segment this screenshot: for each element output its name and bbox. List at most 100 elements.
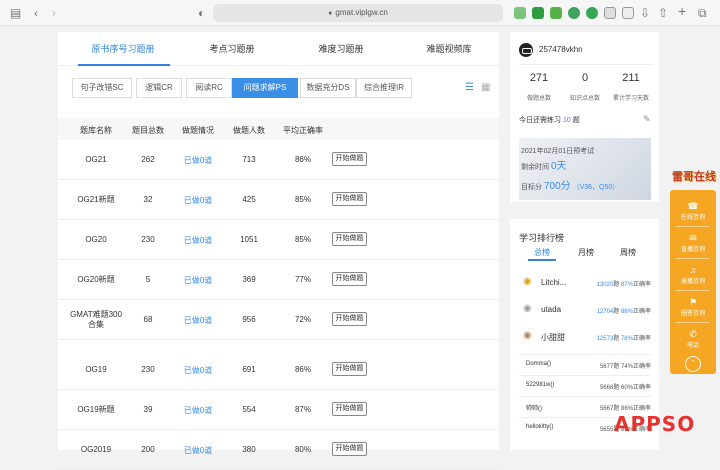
rank-stat: 5667题 86%正确率	[599, 406, 651, 412]
start-practice-button[interactable]: 开始做题	[332, 152, 367, 166]
start-practice-button[interactable]: 开始做题	[332, 362, 367, 376]
edit-icon[interactable]: ✎	[643, 114, 651, 125]
phone-icon: ✆	[689, 329, 697, 339]
bank-status: 已做0道	[183, 196, 213, 205]
bank-people: 956	[242, 315, 256, 324]
start-practice-button[interactable]: 开始做题	[332, 232, 367, 246]
table-row: OG19新题 39 已做0道 554 87% 开始做题	[58, 390, 499, 430]
col-rate: 平均正确率	[283, 126, 323, 135]
table-row: GMAT难题300 合集 68 已做0道 956 72% 开始做题	[58, 300, 499, 340]
today-count: 10	[562, 117, 571, 124]
extension-icon[interactable]	[532, 7, 544, 19]
rank-stat: 12704题 88%正确率	[596, 309, 651, 315]
grid-view-icon[interactable]: ▦	[481, 82, 490, 93]
share-icon[interactable]: ⇧	[658, 5, 668, 21]
subtab-ds[interactable]: 数据充分DS	[300, 78, 356, 98]
tab-ranking-month[interactable]: 月榜	[566, 247, 606, 258]
extension-icon[interactable]	[586, 7, 598, 19]
recorded-consult-button[interactable]: ♫ 录播咨询	[670, 262, 716, 288]
main-tabs: 原书序号习题册 考点习题册 难度习题册 难题视频库	[58, 32, 499, 66]
chat-icon: ✉	[689, 233, 697, 243]
ranking-tab-underline	[528, 259, 556, 261]
qa-consult-button[interactable]: ⚑ 圈答咨询	[670, 294, 716, 320]
profile-card: 257478vkhn 271 做题总数 0 知识点总数 211 累计学习天数 今…	[510, 32, 659, 202]
phone-button[interactable]: ✆ 电话	[670, 326, 716, 352]
subtab-rc[interactable]: 阅读RC	[186, 78, 232, 98]
divider	[676, 322, 710, 323]
tab-difficulty[interactable]: 难度习题册	[291, 42, 391, 55]
extension-icon[interactable]	[550, 7, 562, 19]
rank-name: Litchi...	[541, 278, 567, 287]
bank-name: OG2019	[80, 445, 112, 454]
bank-total: 230	[141, 365, 155, 374]
target-prefix: 目标分	[521, 184, 542, 191]
rank-stat: 12573题 78%正确率	[596, 336, 651, 342]
top-rank-row: ◉ 小甜甜 12573题 78%正确率	[519, 328, 651, 348]
rank-name: hellokitty()	[526, 424, 554, 430]
tab-overview-icon[interactable]: ⧉	[698, 5, 707, 21]
list-view-icon[interactable]: ☰	[465, 82, 474, 93]
start-practice-button[interactable]: 开始做题	[332, 192, 367, 206]
bank-rate: 86%	[294, 365, 311, 374]
divider	[676, 290, 710, 291]
consult-float-bar: ☎ 在线咨询 ✉ 直播咨询 ♫ 录播咨询 ⚑ 圈答咨询 ✆ 电话 ⌃	[670, 190, 716, 374]
tab-original-order[interactable]: 原书序号习题册	[73, 42, 173, 55]
rank-name: 小甜甜	[541, 333, 565, 342]
privacy-shield-icon[interactable]: ◐	[198, 5, 205, 21]
subtab-cr[interactable]: 逻辑CR	[136, 78, 182, 98]
target-value: 700分	[543, 181, 571, 192]
extension-icon[interactable]	[568, 7, 580, 19]
divider	[519, 64, 653, 65]
bank-total: 39	[143, 405, 153, 414]
bank-name: OG21新题	[77, 195, 115, 204]
extension-icon[interactable]	[622, 7, 634, 19]
rank-name: Domma()	[526, 361, 551, 367]
avatar[interactable]	[519, 43, 533, 57]
stat-study-days-label: 累计学习天数	[612, 96, 649, 102]
scroll-top-icon[interactable]: ⌃	[685, 356, 701, 372]
rank-name: 522981w()	[526, 382, 555, 388]
top-rank-row: ◉ utada 12704题 88%正确率	[519, 301, 651, 321]
start-practice-button[interactable]: 开始做题	[332, 402, 367, 416]
start-practice-button[interactable]: 开始做题	[332, 272, 367, 286]
bank-rate: 85%	[294, 235, 311, 244]
new-tab-icon[interactable]: +	[678, 3, 686, 19]
extension-icon[interactable]	[604, 7, 616, 19]
divider	[676, 258, 710, 259]
back-icon[interactable]: ‹	[34, 5, 38, 21]
bank-rate: 86%	[294, 155, 311, 164]
mascot-logo[interactable]: 雷哥在线	[672, 168, 716, 184]
start-practice-button[interactable]: 开始做题	[332, 442, 367, 456]
tab-ranking-week[interactable]: 周榜	[608, 247, 648, 258]
rank-stat: 13020题 87%正确率	[596, 282, 651, 288]
online-consult-button[interactable]: ☎ 在线咨询	[670, 198, 716, 224]
live-consult-button[interactable]: ✉ 直播咨询	[670, 230, 716, 256]
bank-total: 262	[141, 155, 155, 164]
subtab-ir[interactable]: 综合推理IR	[356, 78, 412, 98]
tab-video-library[interactable]: 难题视频库	[399, 42, 499, 55]
sidebar-icon[interactable]: ▤	[10, 5, 21, 21]
extension-icon[interactable]	[514, 7, 526, 19]
col-name: 题库名称	[80, 126, 112, 135]
table-row: OG20新题 5 已做0道 369 77% 开始做题	[58, 260, 499, 300]
username[interactable]: 257478vkhn	[539, 45, 583, 54]
download-icon[interactable]: ⇩	[640, 5, 650, 21]
tab-knowledge-point[interactable]: 考点习题册	[182, 42, 282, 55]
bank-status: 已做0道	[183, 276, 213, 285]
bank-total: 68	[143, 315, 153, 324]
bank-status: 已做0道	[183, 316, 213, 325]
target-score: 目标分 700分 （V36，Q50）	[521, 177, 619, 192]
table-row: OG2019 200 已做0道 380 80% 开始做题	[58, 430, 499, 470]
forward-icon[interactable]: ›	[52, 5, 56, 21]
bank-people: 369	[242, 275, 256, 284]
tab-ranking-all[interactable]: 总榜	[522, 247, 562, 258]
table-row: OG19 230 已做0道 691 86% 开始做题	[58, 350, 499, 390]
start-practice-button[interactable]: 开始做题	[332, 312, 367, 326]
subtab-ps[interactable]: 问题求解PS	[232, 78, 298, 98]
subtab-sc[interactable]: 句子改错SC	[72, 78, 132, 98]
table-row: OG21新题 32 已做0道 425 85% 开始做题	[58, 180, 499, 220]
address-bar[interactable]: ● gmat.viplgw.cn	[213, 4, 503, 22]
top-rank-row: ◉ Litchi... 13020题 87%正确率	[519, 274, 651, 294]
rank-stat: 5677题 74%正确率	[599, 364, 651, 370]
bank-status: 已做0道	[183, 406, 213, 415]
